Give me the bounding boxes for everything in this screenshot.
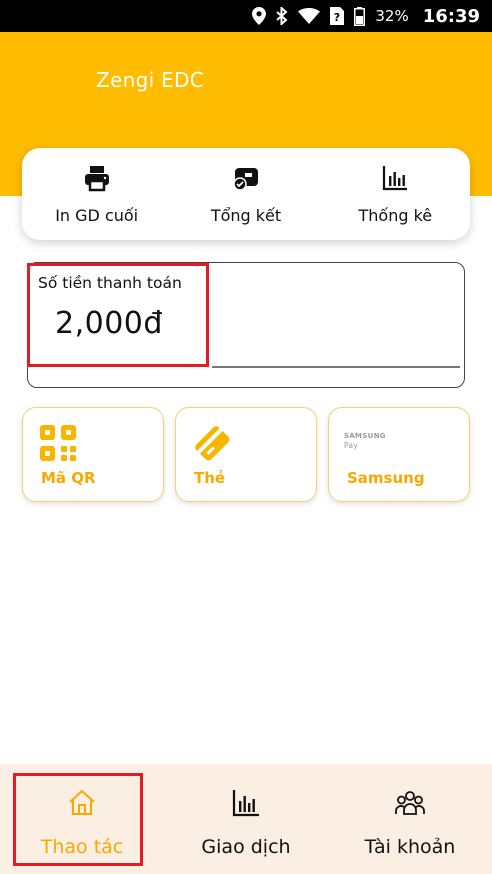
summary-icon bbox=[232, 164, 260, 196]
summary-label: Tổng kết bbox=[210, 205, 282, 225]
qr-icon bbox=[39, 424, 77, 466]
card-payment-button[interactable]: Thẻ bbox=[175, 407, 317, 502]
quick-actions-card: In GD cuối Tổng kết Thống kê bbox=[22, 148, 470, 240]
card-icon bbox=[192, 424, 232, 466]
app-title: Zengi EDC bbox=[96, 68, 204, 92]
nav-transactions-label: Giao dịch bbox=[201, 836, 291, 858]
samsung-pay-label: Samsung bbox=[347, 469, 425, 487]
reprint-last-label: In GD cuối bbox=[55, 205, 139, 225]
battery-level: 32% bbox=[375, 7, 409, 25]
amount-value[interactable]: 2,000đ bbox=[55, 306, 163, 341]
nav-transactions[interactable]: Giao dịch bbox=[164, 764, 328, 874]
amount-underline bbox=[212, 366, 460, 368]
users-icon bbox=[395, 788, 425, 822]
bar-chart-icon bbox=[231, 788, 261, 822]
statistics-button[interactable]: Thống kê bbox=[321, 148, 470, 240]
location-icon bbox=[252, 7, 267, 25]
battery-icon bbox=[354, 6, 366, 26]
nav-highlight-box bbox=[13, 773, 143, 866]
card-payment-label: Thẻ bbox=[194, 469, 226, 487]
wifi-icon bbox=[298, 8, 321, 24]
qr-payment-label: Mã QR bbox=[41, 469, 96, 487]
summary-button[interactable]: Tổng kết bbox=[171, 148, 320, 240]
samsung-pay-button[interactable]: SAMSUNG Pay Samsung bbox=[328, 407, 470, 502]
printer-icon bbox=[83, 164, 111, 196]
clock: 16:39 bbox=[422, 5, 480, 27]
amount-label: Số tiền thanh toán bbox=[38, 274, 182, 292]
qr-payment-button[interactable]: Mã QR bbox=[22, 407, 164, 502]
bluetooth-icon bbox=[276, 7, 288, 25]
nav-account[interactable]: Tài khoản bbox=[328, 764, 492, 874]
nav-account-label: Tài khoản bbox=[364, 836, 456, 858]
statistics-label: Thống kê bbox=[358, 205, 433, 225]
reprint-last-button[interactable]: In GD cuối bbox=[22, 148, 171, 240]
bar-chart-icon bbox=[381, 164, 409, 196]
svg-text:?: ? bbox=[334, 11, 340, 24]
status-bar: ? 32% 16:39 bbox=[0, 0, 492, 32]
no-sim-icon: ? bbox=[330, 7, 345, 25]
samsung-pay-logo: SAMSUNG Pay bbox=[344, 432, 386, 450]
